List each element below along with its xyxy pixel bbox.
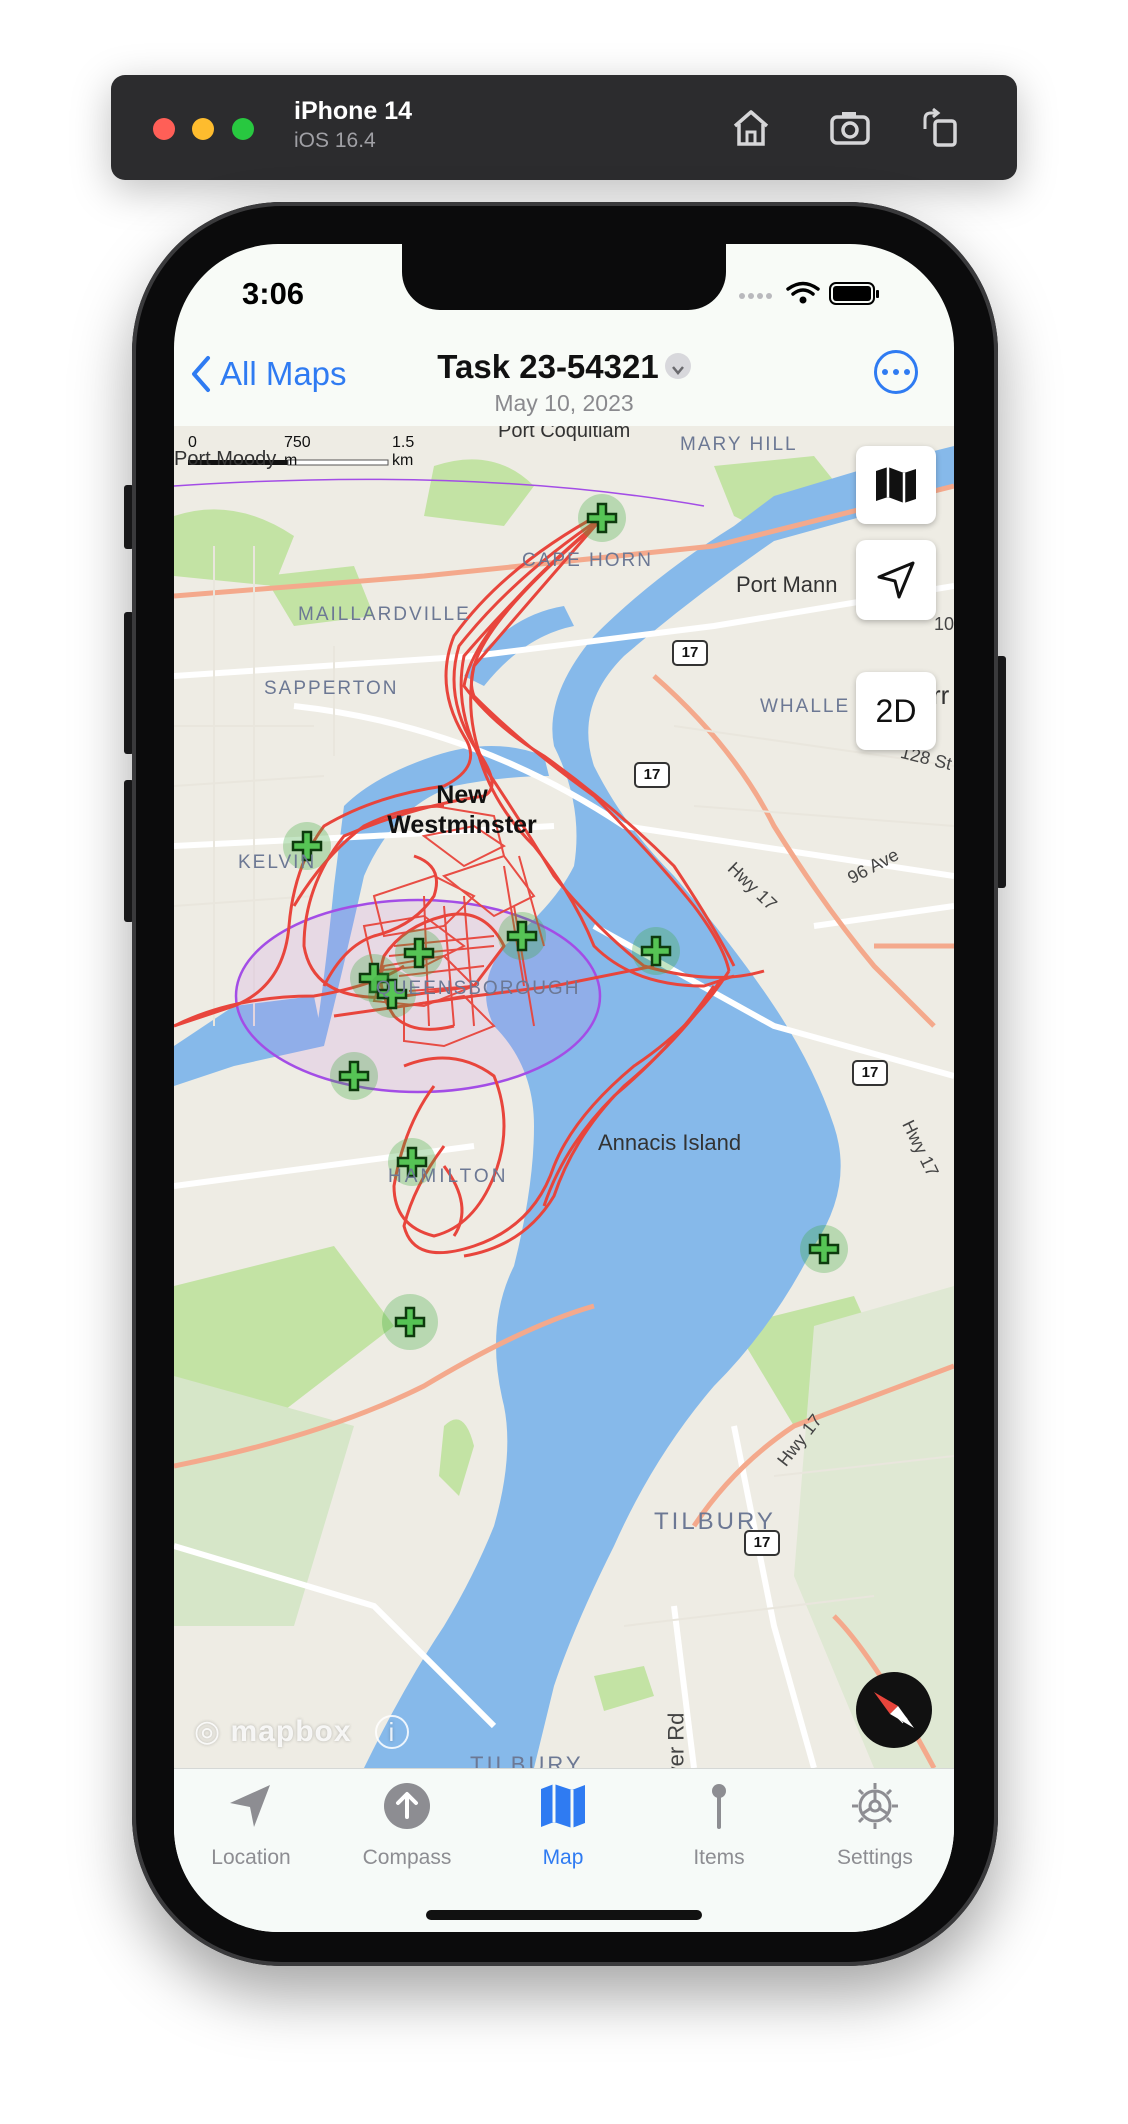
- label-kelvin: KELVIN: [238, 852, 317, 873]
- compass-arrow-icon: [384, 1783, 430, 1829]
- label-port-mann: Port Mann: [736, 572, 838, 597]
- mapbox-attribution[interactable]: ◎ mapbox i: [194, 1714, 409, 1749]
- tab-settings[interactable]: Settings: [810, 1781, 940, 1870]
- zoom-window-button[interactable]: [232, 118, 254, 140]
- map-view[interactable]: 0 750 m 1.5 km Port Moody Port Coquitlam…: [174, 426, 954, 1768]
- battery-icon: [829, 282, 879, 305]
- label-port-moody: Port Moody: [174, 448, 277, 470]
- info-icon[interactable]: i: [374, 1715, 409, 1749]
- highway-shield: 17: [634, 762, 670, 788]
- os-version: iOS 16.4: [294, 129, 376, 152]
- label-hamilton: HAMILTON: [388, 1166, 509, 1187]
- tab-bar: Location Compass Map Items Settings: [174, 1768, 954, 1932]
- label-edge-10: 10: [934, 614, 954, 634]
- tab-compass[interactable]: Compass: [342, 1781, 472, 1870]
- home-icon[interactable]: [728, 105, 774, 151]
- more-options-button[interactable]: [874, 350, 918, 394]
- tab-location[interactable]: Location: [186, 1781, 316, 1870]
- location-arrow-icon: [230, 1785, 270, 1827]
- home-indicator[interactable]: [426, 1910, 702, 1920]
- label-river-rd: ver Rd: [663, 1712, 689, 1768]
- more-dot: [882, 369, 888, 375]
- gear-icon: [852, 1783, 898, 1829]
- map-icon: [541, 1784, 585, 1828]
- close-window-button[interactable]: [153, 118, 175, 140]
- more-dot: [893, 369, 899, 375]
- map-style-button[interactable]: [856, 446, 936, 524]
- scale-max: 1.5 km: [392, 434, 415, 469]
- scale-mid: 750 m: [284, 434, 311, 469]
- map-title-menu[interactable]: Task 23-54321: [174, 348, 954, 386]
- tab-label: Settings: [837, 1846, 913, 1869]
- more-dot: [904, 369, 910, 375]
- tab-items[interactable]: Items: [654, 1781, 784, 1870]
- label-mary-hill: MARY HILL: [680, 434, 798, 455]
- label-sapperton: SAPPERTON: [264, 678, 399, 699]
- pin-icon: [712, 1784, 726, 1829]
- highway-shield: 17: [744, 1530, 780, 1556]
- rotate-icon[interactable]: [917, 105, 963, 151]
- label-maillardville: MAILLARDVILLE: [298, 604, 471, 625]
- label-annacis-island: Annacis Island: [598, 1130, 742, 1155]
- mapbox-wordmark: mapbox: [230, 1715, 352, 1748]
- label-new-westminster: New Westminster: [387, 781, 537, 839]
- view-mode-2d-button[interactable]: 2D: [856, 672, 936, 750]
- label-port-coquitlam: Port Coquitlam: [498, 426, 631, 442]
- signal-icon: [739, 293, 772, 299]
- device-name: iPhone 14: [294, 97, 413, 125]
- label-cape-horn: CAPE HORN: [522, 550, 653, 571]
- tab-label: Items: [693, 1846, 745, 1869]
- tab-label: Location: [211, 1846, 291, 1869]
- current-location-button[interactable]: [856, 540, 936, 620]
- status-icons: [739, 281, 879, 305]
- status-time: 3:06: [242, 276, 305, 311]
- chevron-down-icon: [664, 353, 691, 380]
- tab-map[interactable]: Map: [498, 1781, 628, 1870]
- simulator-toolbar: iPhone 14 iOS 16.4: [111, 75, 1017, 180]
- label-whalley: WHALLE: [760, 696, 851, 717]
- phone-screen: 3:06 All Maps Task 23-54321 May 10, 2023: [174, 244, 954, 1932]
- map-canvas[interactable]: [174, 426, 954, 1768]
- notch: [402, 244, 726, 310]
- tab-label: Map: [542, 1846, 584, 1869]
- wifi-icon: [786, 281, 820, 296]
- label-queensborough: QUEENSBOROUGH: [376, 978, 581, 999]
- screenshot-icon[interactable]: [827, 105, 873, 151]
- page-title: Task 23-54321: [437, 348, 659, 385]
- compass-button[interactable]: N: [856, 1672, 932, 1748]
- minimize-window-button[interactable]: [192, 118, 214, 140]
- navigation-bar: All Maps Task 23-54321 May 10, 2023: [174, 330, 954, 426]
- mapbox-logo-icon: ◎: [194, 1715, 231, 1748]
- compass-needle-icon: N: [874, 1692, 914, 1728]
- tab-label: Compass: [362, 1846, 452, 1869]
- map-icon: [876, 467, 916, 503]
- label-tilbury-bottom: TILBURY: [470, 1752, 584, 1768]
- page-subtitle: May 10, 2023: [494, 390, 634, 416]
- highway-shield: 17: [672, 640, 708, 666]
- highway-shield: 17: [852, 1060, 888, 1086]
- location-arrow-icon: [877, 561, 915, 599]
